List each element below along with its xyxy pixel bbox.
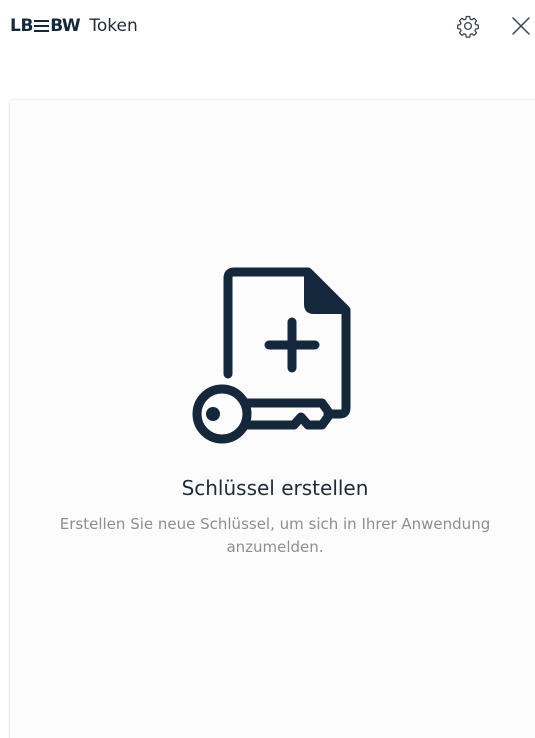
app-name: Token [89,16,138,36]
key-document-add-icon [192,267,351,444]
gear-icon [457,15,479,38]
empty-state-card: Schlüssel erstellen Erstellen Sie neue S… [10,100,535,738]
close-icon [512,17,530,35]
token-app-window: LB BW Token Schlüssel erstellen Erstelle… [0,0,535,738]
settings-button[interactable] [454,12,482,40]
empty-state-title: Schlüssel erstellen [181,476,369,500]
empty-state-description: Erstellen Sie neue Schlüssel, um sich in… [59,515,491,556]
logo-text-lb: LB [10,16,34,36]
logo-text-bw: BW [50,16,81,36]
header-bar: LB BW Token [0,0,535,52]
close-button[interactable] [507,12,535,40]
logo-bars-icon [34,19,50,33]
lbbw-logo: LB BW [10,16,81,36]
brand: LB BW Token [10,14,138,38]
